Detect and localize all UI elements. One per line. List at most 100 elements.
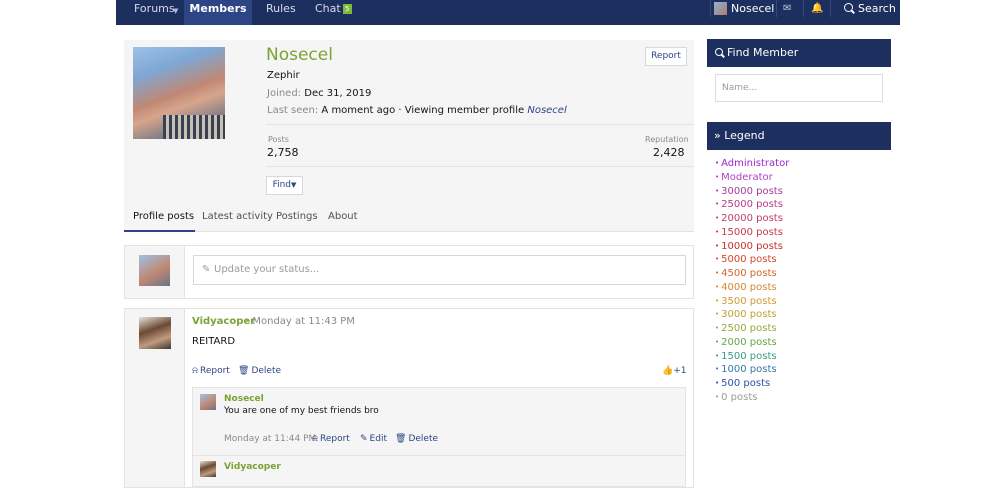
- nav-user-menu[interactable]: Nosecel: [711, 0, 791, 25]
- avatar[interactable]: [139, 317, 171, 349]
- bullet-icon: •: [715, 200, 720, 209]
- profile-tabs: Profile posts Latest activity Postings A…: [124, 204, 694, 232]
- legend-item-label: 30000 posts: [721, 185, 783, 197]
- top-navigation: Forums ▼ Members Rules Chat 5 Nosecel ✉ 🔔…: [0, 0, 1000, 25]
- comment-delete-link[interactable]: 🗑 Delete: [395, 434, 438, 444]
- avatar[interactable]: [139, 255, 170, 286]
- nav-rules-label: Rules: [266, 2, 296, 15]
- tab-latest-activity[interactable]: Latest activity: [202, 204, 273, 232]
- legend-block: » Legend: [707, 122, 891, 150]
- nav-user-name: Nosecel: [731, 2, 775, 15]
- bullet-icon: •: [715, 269, 720, 277]
- comment-report-label: Report: [319, 434, 350, 444]
- legend-item-label: 2000 posts: [721, 336, 777, 348]
- legend-item: • 25000 posts: [715, 198, 789, 212]
- post-report-label: Report: [199, 366, 230, 376]
- profile-last-seen: Last seen: A moment ago · Viewing member…: [267, 105, 567, 116]
- legend-item-label: 25000 posts: [721, 199, 783, 211]
- tab-postings[interactable]: Postings: [276, 204, 318, 232]
- legend-item-label: 10000 posts: [721, 240, 783, 252]
- legend-item-label: 1500 posts: [721, 350, 777, 362]
- legend-item: • 1000 posts: [715, 363, 789, 377]
- like-button[interactable]: 👍+1: [662, 366, 687, 376]
- nav-divider: [776, 0, 777, 17]
- last-seen-user-link[interactable]: Nosecel: [527, 105, 566, 116]
- profile-avatar[interactable]: [133, 47, 225, 139]
- legend-item: • 20000 posts: [715, 212, 789, 226]
- nav-divider: [803, 0, 804, 17]
- legend-item: • 15000 posts: [715, 226, 789, 240]
- last-seen-value: A moment ago · Viewing member profile: [321, 105, 525, 116]
- avatar[interactable]: [200, 394, 216, 410]
- legend-item-label: 3500 posts: [721, 295, 777, 307]
- posts-stat-value[interactable]: 2,758: [267, 146, 299, 159]
- report-profile-button[interactable]: Report: [645, 47, 687, 66]
- legend-item: • 30000 posts: [715, 185, 789, 199]
- legend-item: • 5000 posts: [715, 253, 789, 267]
- legend-item-label: 2500 posts: [721, 323, 777, 334]
- bullet-icon: •: [715, 379, 720, 387]
- legend-item: • 500 posts: [715, 377, 789, 391]
- comment-edit-label: Edit: [369, 434, 387, 444]
- nav-search[interactable]: Search: [831, 0, 900, 25]
- nav-chat-label: Chat: [315, 2, 341, 15]
- nav-members-label: Members: [189, 2, 247, 15]
- caret-down-icon[interactable]: ▼: [173, 3, 178, 20]
- tab-about[interactable]: About: [328, 204, 358, 232]
- legend-item: • 3500 posts: [715, 295, 789, 309]
- comment-delete-label: Delete: [408, 434, 439, 444]
- bullet-icon: •: [715, 227, 720, 236]
- find-member-header: Find Member: [707, 39, 891, 67]
- legend-item: • 2000 posts: [715, 336, 789, 350]
- post-avatar-cell: [125, 309, 185, 487]
- bullet-icon: •: [715, 351, 720, 360]
- comment-timestamp[interactable]: Monday at 11:44 PM: [224, 434, 316, 444]
- legend-item-label: 15000 posts: [721, 226, 783, 238]
- inbox-icon[interactable]: ✉: [783, 3, 791, 14]
- bullet-icon: •: [715, 337, 720, 346]
- reputation-stat-label: Reputation: [645, 135, 689, 144]
- nav-forums[interactable]: Forums ▼: [116, 0, 184, 25]
- bullet-icon: •: [715, 172, 720, 181]
- last-seen-label: Last seen:: [267, 105, 319, 116]
- find-button[interactable]: Find▼: [266, 176, 303, 195]
- nav-bar: Forums ▼ Members Rules Chat 5 Nosecel ✉ 🔔…: [116, 0, 900, 25]
- bullet-icon: •: [715, 255, 720, 264]
- status-input[interactable]: ✎ Update your status...: [193, 255, 686, 285]
- nav-forums-label: Forums: [134, 2, 175, 15]
- bullet-icon: •: [715, 241, 720, 250]
- nav-chat[interactable]: Chat 5: [315, 0, 355, 25]
- comment-author-link[interactable]: Vidyacoper: [224, 462, 281, 472]
- comment-report-link[interactable]: ⍾ Report: [312, 434, 350, 444]
- find-member-block: Find Member: [707, 39, 891, 67]
- legend-title: » Legend: [714, 129, 765, 142]
- member-name-input[interactable]: Name...: [715, 74, 883, 102]
- bullet-icon: •: [715, 282, 720, 291]
- status-avatar-cell: [125, 246, 185, 298]
- bell-icon[interactable]: 🔔: [811, 3, 823, 14]
- comment-author-link[interactable]: Nosecel: [224, 394, 264, 404]
- post-delete-link[interactable]: 🗑 Delete: [238, 366, 281, 376]
- post-timestamp[interactable]: · Monday at 11:43 PM: [246, 316, 355, 327]
- tab-profile-posts[interactable]: Profile posts: [124, 204, 195, 232]
- find-button-label: Find: [272, 180, 292, 190]
- comment-divider: [192, 455, 686, 456]
- legend-item-label: 5000 posts: [721, 254, 777, 266]
- trash-icon: 🗑: [395, 434, 407, 444]
- nav-rules[interactable]: Rules: [266, 0, 306, 25]
- nav-members[interactable]: Members: [184, 0, 252, 25]
- post-report-link[interactable]: ⍾ Report: [192, 366, 230, 376]
- legend-item-label: 20000 posts: [721, 213, 783, 224]
- comment-edit-link[interactable]: ✎ Edit: [360, 434, 387, 444]
- profile-user-title: Zephir: [267, 70, 300, 81]
- legend-item: • 10000 posts: [715, 240, 789, 254]
- legend-item: • 2500 posts: [715, 322, 789, 336]
- profile-joined: Joined: Dec 31, 2019: [267, 88, 371, 99]
- profile-divider: [266, 166, 694, 167]
- legend-item-label: Moderator: [721, 171, 773, 183]
- avatar[interactable]: [200, 461, 216, 477]
- status-placeholder: Update your status...: [214, 264, 320, 275]
- caret-down-icon: ▼: [291, 181, 297, 189]
- bullet-icon: •: [715, 186, 720, 195]
- bullet-icon: •: [715, 392, 720, 401]
